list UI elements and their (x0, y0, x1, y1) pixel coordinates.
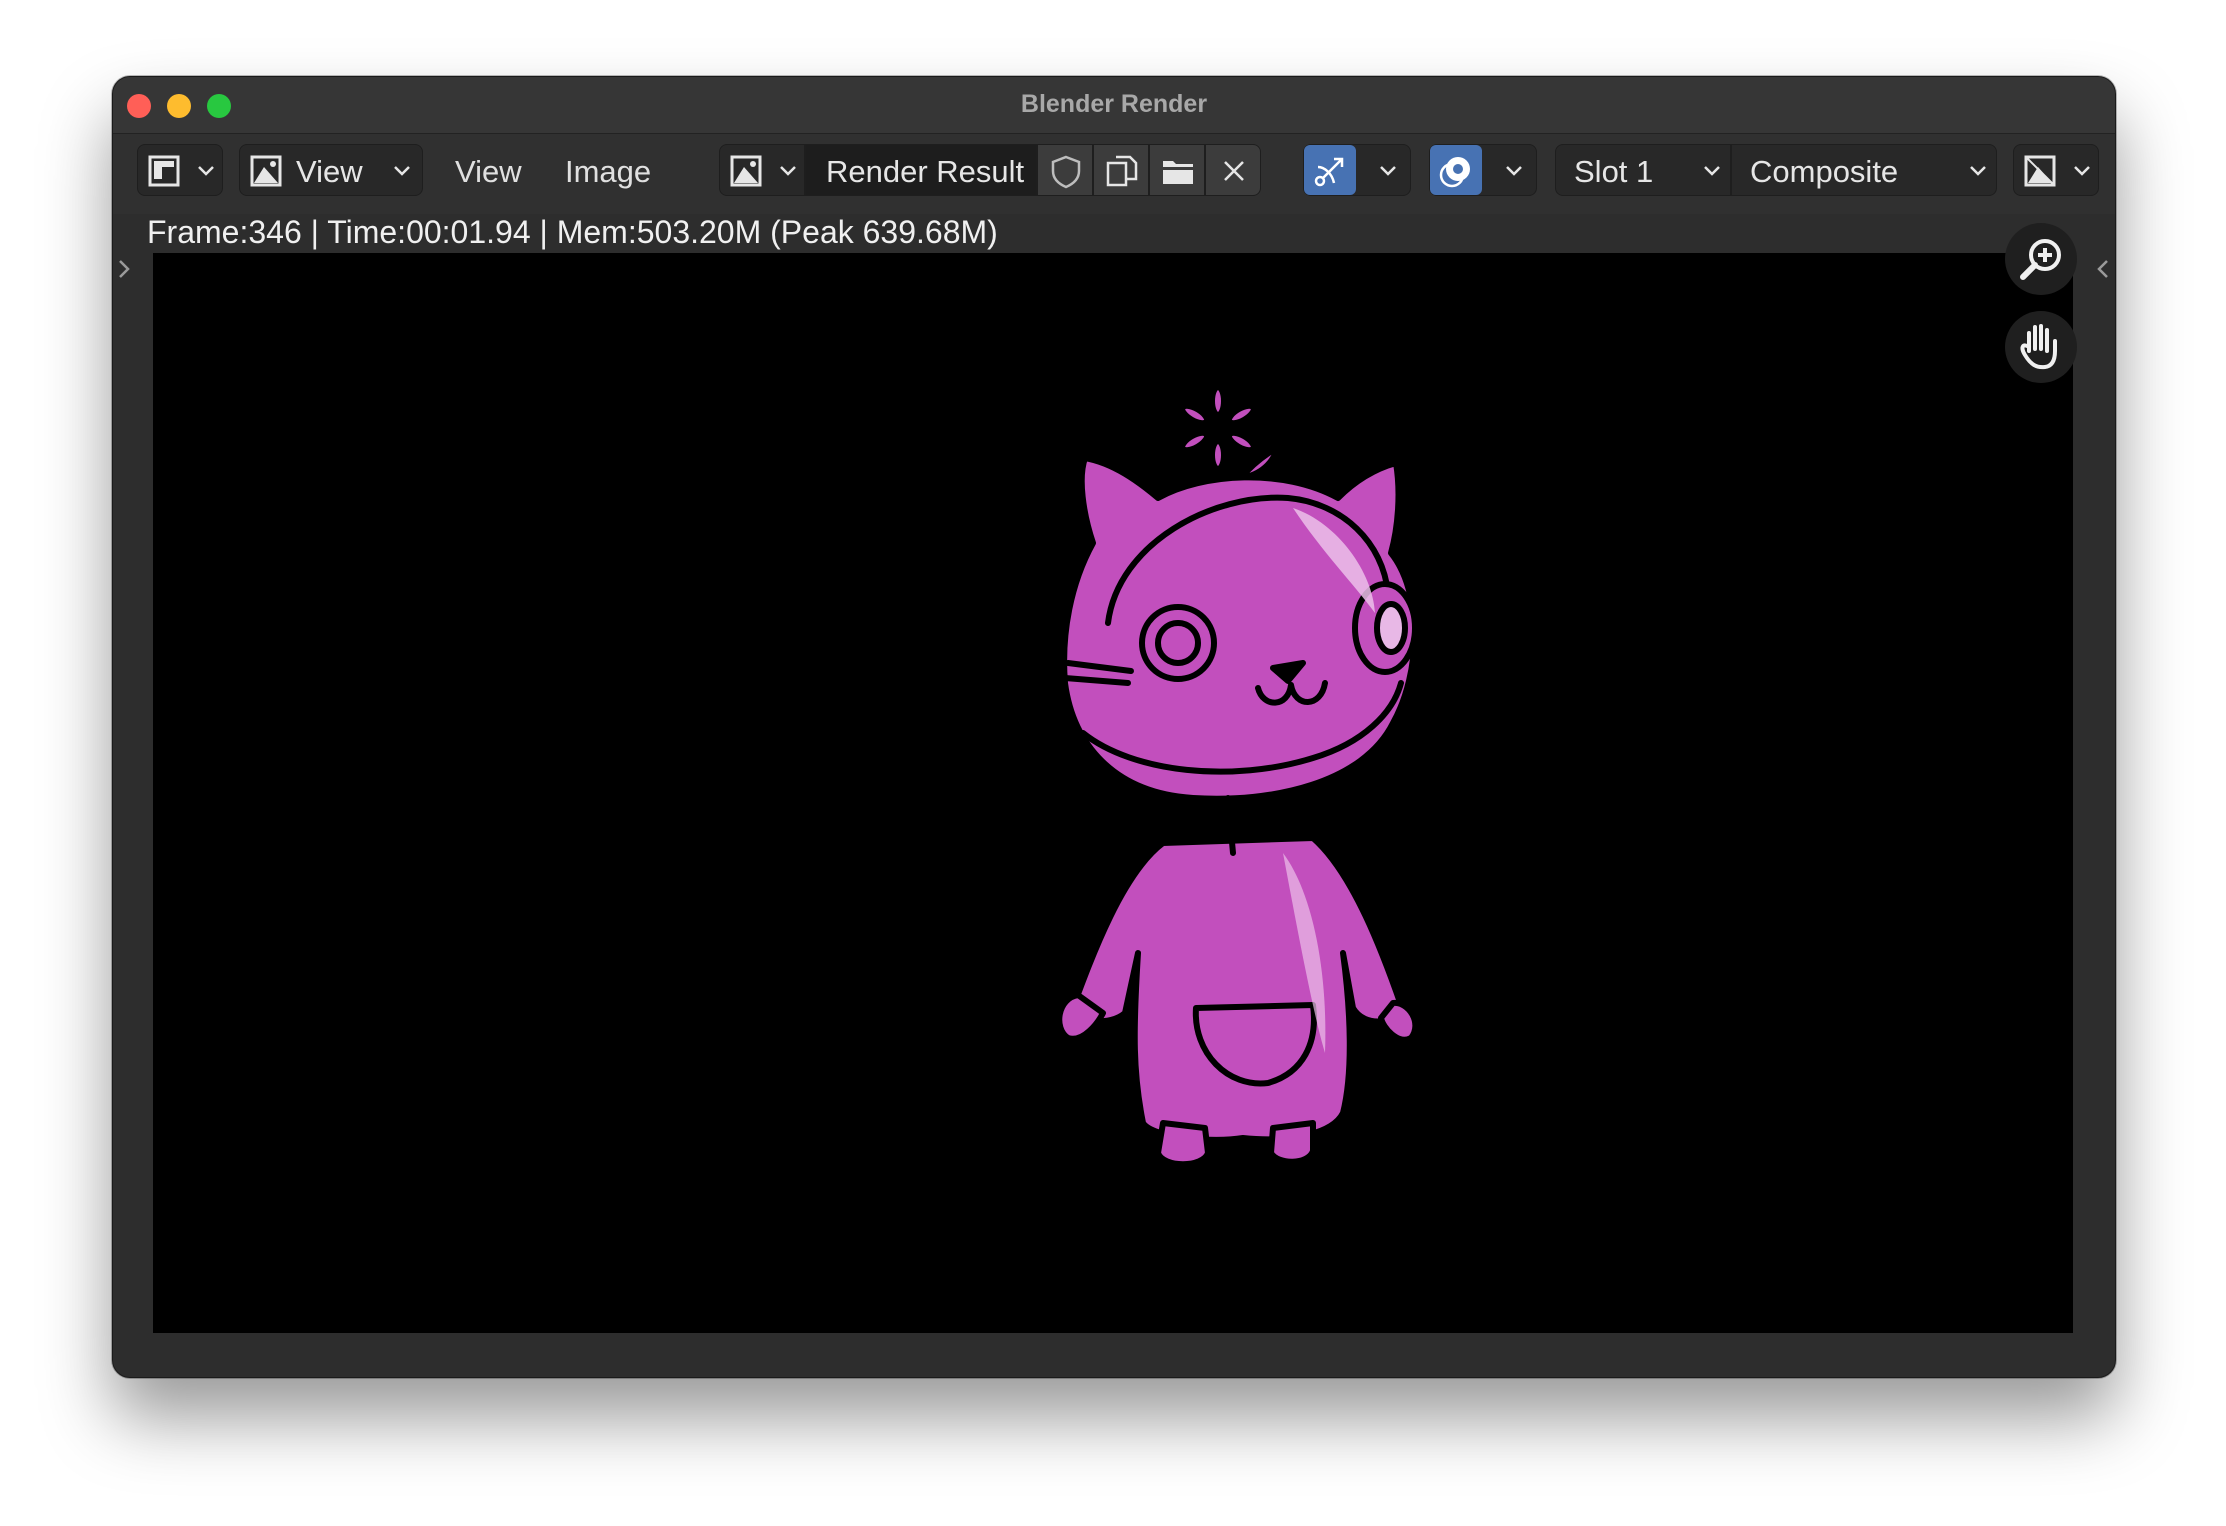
shield-icon (1051, 155, 1081, 189)
duplicate-image-button[interactable] (1093, 144, 1149, 196)
open-image-button[interactable] (1149, 144, 1205, 196)
image-editor-icon (148, 155, 180, 187)
hand-icon (2020, 324, 2057, 370)
chevron-down-icon (2074, 166, 2090, 176)
time-readout: Time:00:01.94 (327, 214, 531, 250)
sidebar-expand-arrow[interactable] (2093, 249, 2113, 289)
toolbar-expand-arrow[interactable] (115, 249, 135, 289)
frame-readout: Frame:346 (147, 214, 302, 250)
chevron-down-icon (1970, 166, 1986, 176)
display-channels-dropdown[interactable] (2013, 144, 2099, 196)
menu-view[interactable]: View (455, 154, 522, 190)
image-icon (250, 155, 282, 187)
view-mode-dropdown[interactable]: View (239, 144, 423, 196)
layer-label: Composite (1750, 154, 1899, 189)
fake-user-button[interactable] (1037, 144, 1093, 196)
rendered-character-image (1056, 384, 1419, 1168)
separator: | (530, 214, 557, 250)
chevron-down-icon (780, 166, 796, 176)
render-stats: Frame:346 | Time:00:01.94 | Mem:503.20M … (147, 214, 998, 251)
pan-button[interactable] (2005, 311, 2077, 383)
chevron-down-icon (1380, 166, 1396, 176)
zoom-button[interactable] (2005, 223, 2077, 295)
folder-icon (1163, 161, 1193, 184)
image-icon (730, 155, 762, 187)
chevron-down-icon (1506, 166, 1522, 176)
image-name-label: Render Result (826, 154, 1025, 189)
chevron-down-icon (1704, 166, 1720, 176)
window-title: Blender Render (1020, 90, 1208, 118)
layer-dropdown[interactable]: Composite (1731, 144, 1997, 196)
gizmo-toggle[interactable] (1303, 144, 1411, 196)
slot-dropdown[interactable]: Slot 1 (1555, 144, 1731, 196)
zoom-in-icon (2020, 239, 2061, 280)
title-bar: Blender Render (113, 77, 2115, 134)
render-viewport[interactable] (153, 253, 2073, 1333)
slot-label: Slot 1 (1574, 154, 1654, 189)
blender-render-window: Blender Render View View Image Render Re… (112, 76, 2116, 1378)
display-channels-icon (2024, 155, 2056, 187)
editor-type-dropdown[interactable] (137, 144, 223, 196)
chevron-down-icon (198, 166, 214, 176)
browse-image-dropdown[interactable] (719, 144, 805, 196)
unlink-image-button[interactable] (1205, 144, 1261, 196)
overlay-toggle[interactable] (1429, 144, 1537, 196)
separator: | (301, 214, 328, 250)
duplicate-icon (1106, 155, 1138, 187)
gizmo-icon (1314, 157, 1344, 187)
image-name-field[interactable]: Render Result (805, 144, 1037, 196)
image-editor-header: View View Image Render Result Slot 1 Com… (113, 134, 2115, 214)
flower-antenna (1179, 384, 1281, 481)
chevron-down-icon (394, 166, 410, 176)
menu-image[interactable]: Image (565, 154, 651, 190)
view-mode-label: View (296, 154, 363, 189)
overlay-icon (1439, 157, 1470, 188)
memory-readout: Mem:503.20M (Peak 639.68M) (556, 214, 998, 250)
close-icon (1224, 161, 1244, 181)
